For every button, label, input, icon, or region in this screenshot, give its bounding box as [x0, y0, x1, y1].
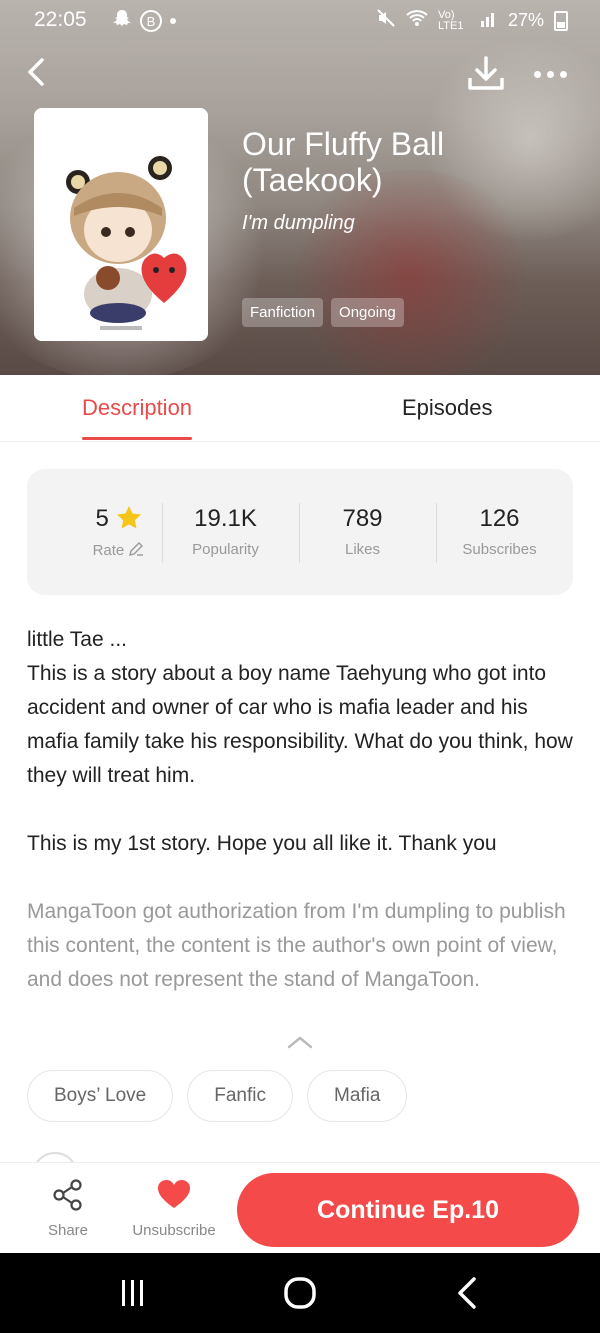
author-name[interactable]: I'm dumpling [242, 212, 355, 235]
more-dot-icon [534, 70, 541, 78]
system-nav-bar [0, 1253, 600, 1333]
genre-tags: Boys’ Love Fanfic Mafia [27, 1070, 408, 1122]
stat-likes: 789 Likes [294, 505, 431, 558]
story-tags: Fanfiction Ongoing [242, 298, 404, 327]
tag-ongoing: Ongoing [331, 298, 404, 327]
recent-apps-button[interactable] [112, 1275, 152, 1311]
mute-icon [376, 8, 396, 33]
collapse-chevron-icon[interactable] [286, 1034, 314, 1050]
download-button[interactable] [466, 56, 506, 92]
wifi-icon [406, 9, 428, 32]
notification-dot-icon [170, 18, 176, 24]
edit-pencil-icon [128, 542, 144, 559]
heart-icon [157, 1180, 191, 1215]
battery-icon [554, 10, 568, 31]
genre-boys-love[interactable]: Boys’ Love [27, 1070, 174, 1122]
star-icon [116, 505, 142, 532]
tab-bar: Description Episodes [0, 375, 600, 442]
stat-subscribes: 126 Subscribes [431, 505, 568, 558]
status-bar: 22:05 B Vo) LTE1 27% [0, 0, 600, 40]
genre-mafia[interactable]: Mafia [307, 1070, 408, 1122]
likes-label: Likes [344, 541, 381, 558]
tab-episodes[interactable]: Episodes [402, 395, 493, 421]
stat-popularity: 19.1K Popularity [157, 505, 294, 558]
popularity-value: 19.1K [194, 505, 257, 532]
bottom-action-bar: Share Unsubscribe Continue Ep.10 [0, 1162, 600, 1253]
more-options-button[interactable] [534, 64, 574, 84]
unsubscribe-label: Unsubscribe [132, 1222, 216, 1239]
hero-header: 22:05 B Vo) LTE1 27% Our Fluffy Ball (Ta… [0, 0, 600, 375]
tab-description[interactable]: Description [82, 395, 193, 440]
stats-card: 5 Rate 19.1K Popularity 789 Likes 126 Su… [27, 469, 573, 595]
authorization-notice: MangaToon got authorization from I'm dum… [27, 900, 566, 991]
share-button[interactable]: Share [40, 1179, 96, 1239]
continue-reading-button[interactable]: Continue Ep.10 [237, 1173, 579, 1247]
system-back-button[interactable] [448, 1275, 488, 1311]
more-dot-icon [560, 70, 567, 78]
status-time: 22:05 [34, 8, 87, 31]
recent-apps-icon [121, 1280, 125, 1306]
cover-image[interactable] [34, 108, 208, 341]
b-badge-icon: B [140, 10, 162, 32]
snapchat-icon [112, 8, 132, 34]
subscribes-value: 126 [479, 505, 520, 532]
story-description: little Tae ... This is a story about a b… [27, 628, 573, 855]
lte-label: Vo) LTE1 [437, 8, 464, 32]
genre-fanfic[interactable]: Fanfic [187, 1070, 293, 1122]
share-icon [52, 1179, 84, 1215]
back-icon [458, 1277, 476, 1309]
tag-fanfiction[interactable]: Fanfiction [242, 298, 324, 327]
rate-label: Rate [92, 542, 125, 559]
share-label: Share [47, 1222, 89, 1239]
story-title: Our Fluffy Ball (Taekook) [242, 126, 445, 198]
likes-value: 789 [342, 505, 383, 532]
popularity-label: Popularity [192, 541, 259, 558]
signal-icon [480, 9, 498, 32]
more-dot-icon [547, 70, 554, 78]
unsubscribe-button[interactable]: Unsubscribe [120, 1179, 228, 1239]
subscribes-label: Subscribes [462, 541, 537, 558]
home-button[interactable] [280, 1275, 320, 1311]
rate-value: 5 [95, 505, 109, 532]
home-icon [284, 1277, 316, 1309]
back-button[interactable] [22, 54, 52, 90]
battery-percent: 27% [507, 10, 544, 30]
